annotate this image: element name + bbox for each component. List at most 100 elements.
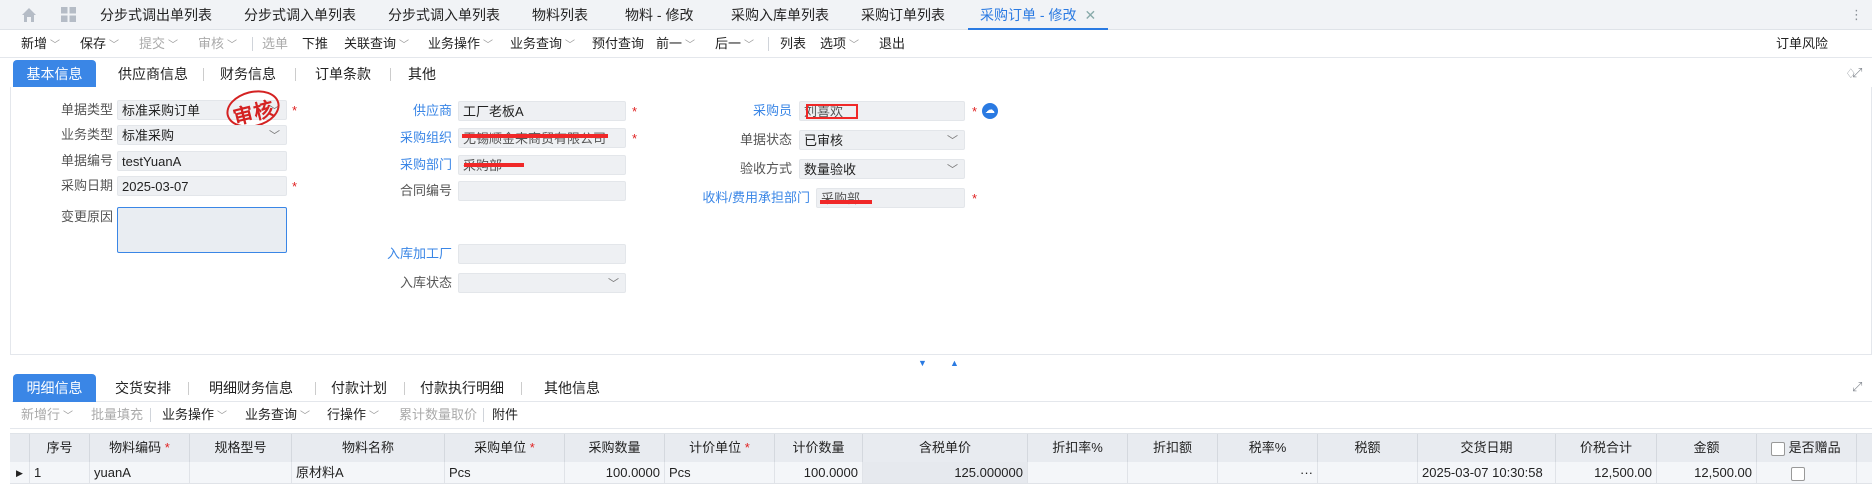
attachment-button[interactable]: 附件 (492, 401, 518, 429)
push-down-button[interactable]: 下推 (302, 30, 328, 58)
tab-supplier-info[interactable]: 供应商信息 (108, 60, 198, 88)
select-bill-button[interactable]: 选单 (262, 30, 288, 58)
next-button[interactable]: 后一 ﹀ (715, 30, 754, 58)
column-header-purchase-unit[interactable]: 采购单位 * (445, 434, 565, 462)
expand-icon[interactable]: ⤢ (1852, 65, 1862, 81)
app-grid-icon[interactable] (60, 6, 77, 23)
close-icon[interactable]: ✕ (1084, 7, 1096, 23)
column-header-material-name[interactable]: 物料名称 (292, 434, 445, 462)
instock-status-select[interactable]: ﹀ (458, 273, 626, 293)
collapse-up-icon[interactable]: ▲ (950, 358, 959, 368)
expand-icon[interactable]: ⤢ (1852, 379, 1862, 395)
column-header-tax-price[interactable]: 含税单价 (863, 434, 1028, 462)
audit-button[interactable]: 审核 ﹀ (198, 30, 237, 58)
purchase-date-field[interactable]: 2025-03-07 (117, 176, 287, 196)
contract-no-field[interactable] (458, 181, 626, 201)
cell-purchase-unit[interactable]: Pcs (445, 462, 565, 484)
column-header-delivery-date[interactable]: 交货日期 (1418, 434, 1556, 462)
cell-price-unit[interactable]: Pcs (665, 462, 775, 484)
check-method-select[interactable]: 数量验收 ﹀ (799, 159, 965, 179)
home-icon[interactable] (20, 6, 38, 24)
exit-button[interactable]: 退出 (879, 30, 905, 58)
previous-button[interactable]: 前一 ﹀ (656, 30, 695, 58)
tab-basic-info[interactable]: 基本信息 (13, 60, 96, 88)
column-header-tax-rate[interactable]: 税率% (1218, 434, 1318, 462)
add-row-button[interactable]: 新增行 ﹀ (21, 401, 73, 429)
cell-tax-rate[interactable]: ··· (1218, 462, 1318, 484)
tab-payment-execution[interactable]: 付款执行明细 (411, 374, 513, 402)
order-risk-button[interactable]: 订单风险 (1776, 30, 1828, 58)
cell-discount-rate[interactable] (1028, 462, 1128, 484)
overflow-icon[interactable]: ⋮ (1850, 7, 1863, 23)
buyer-label[interactable]: 采购员 (660, 101, 792, 121)
batch-fill-button[interactable]: 批量填充 (91, 401, 143, 429)
column-header-purchase-qty[interactable]: 采购数量 (565, 434, 665, 462)
cell-amount[interactable]: 12,500.00 (1657, 462, 1757, 484)
column-header-is-gift[interactable]: 是否赠品 (1757, 434, 1857, 462)
tab-delivery-schedule[interactable]: 交货安排 (108, 374, 178, 402)
tab-material-list[interactable]: 物料列表 (532, 0, 588, 30)
recv-dept-label[interactable]: 收料/费用承担部门 (660, 188, 810, 208)
collapse-down-icon[interactable]: ▼ (918, 358, 927, 368)
tab-order-terms[interactable]: 订单条款 (303, 60, 383, 88)
tab-transfer-in-list-1[interactable]: 分步式调入单列表 (244, 0, 356, 30)
tab-purchase-order-edit[interactable]: 采购订单 - 修改 ✕ (968, 0, 1109, 30)
options-button[interactable]: 选项 ﹀ (820, 30, 859, 58)
tab-detail-finance[interactable]: 明细财务信息 (196, 374, 306, 402)
column-header-amount[interactable]: 金额 (1657, 434, 1757, 462)
submit-button[interactable]: 提交 ﹀ (139, 30, 178, 58)
new-button[interactable]: 新增 ﹀ (21, 30, 60, 58)
save-button[interactable]: 保存 ﹀ (80, 30, 119, 58)
related-query-button[interactable]: 关联查询 ﹀ (344, 30, 409, 58)
purchase-dept-label[interactable]: 采购部门 (360, 155, 452, 175)
row-indicator-icon[interactable]: ▶ (10, 462, 30, 484)
tab-purchase-order-list[interactable]: 采购订单列表 (861, 0, 945, 30)
select-all-gift-checkbox[interactable] (1771, 441, 1785, 456)
change-reason-textarea[interactable] (117, 207, 287, 253)
business-query-button[interactable]: 业务查询 ﹀ (510, 30, 575, 58)
supplier-field[interactable]: 工厂老板A (458, 101, 626, 121)
cumulative-qty-price-button[interactable]: 累计数量取价 (399, 401, 477, 429)
bill-no-field[interactable]: testYuanA (117, 151, 287, 171)
purchase-org-label[interactable]: 采购组织 (360, 128, 452, 148)
tab-material-edit[interactable]: 物料 - 修改 (625, 0, 693, 30)
tab-purchase-instock-list[interactable]: 采购入库单列表 (731, 0, 829, 30)
row-operation-button[interactable]: 行操作 ﹀ (327, 401, 379, 429)
column-header-price-unit[interactable]: 计价单位 * (665, 434, 775, 462)
tab-detail-info[interactable]: 明细信息 (13, 374, 96, 402)
column-header-total[interactable]: 价税合计 (1556, 434, 1657, 462)
tab-transfer-out-list[interactable]: 分步式调出单列表 (100, 0, 212, 30)
column-header-discount[interactable]: 折扣额 (1128, 434, 1218, 462)
detail-business-query-button[interactable]: 业务查询 ﹀ (245, 401, 310, 429)
tab-payment-plan[interactable]: 付款计划 (322, 374, 396, 402)
cell-purchase-qty[interactable]: 100.0000 (565, 462, 665, 484)
column-header-spec[interactable]: 规格型号 (190, 434, 292, 462)
cell-total[interactable]: 12,500.00 (1556, 462, 1657, 484)
cell-discount[interactable] (1128, 462, 1218, 484)
tab-finance-info[interactable]: 财务信息 (208, 60, 288, 88)
tab-other-info[interactable]: 其他信息 (528, 374, 616, 402)
is-gift-checkbox[interactable] (1791, 466, 1805, 481)
tab-transfer-in-list-2[interactable]: 分步式调入单列表 (388, 0, 500, 30)
cloud-sync-icon[interactable]: ☁ (982, 103, 998, 119)
cell-tax-price[interactable]: 125.000000 (863, 462, 1028, 484)
list-button[interactable]: 列表 (780, 30, 806, 58)
column-header-discount-rate[interactable]: 折扣率% (1028, 434, 1128, 462)
detail-business-operation-button[interactable]: 业务操作 ﹀ (162, 401, 227, 429)
cell-spec[interactable] (190, 462, 292, 484)
biz-type-select[interactable]: 标准采购 ﹀ (117, 125, 287, 145)
prepay-query-button[interactable]: 预付查询 (592, 30, 644, 58)
column-header-seq[interactable]: 序号 (30, 434, 90, 462)
cell-tax[interactable] (1318, 462, 1418, 484)
column-header-price-qty[interactable]: 计价数量 (775, 434, 863, 462)
instock-factory-label[interactable]: 入库加工厂 (360, 244, 452, 264)
purchase-org-field[interactable]: 无锡顺金来商贸有限公司 (458, 128, 626, 148)
column-header-tax[interactable]: 税额 (1318, 434, 1418, 462)
bill-status-select[interactable]: 已审核 ﹀ (799, 130, 965, 150)
cell-seq[interactable]: 1 (30, 462, 90, 484)
instock-factory-field[interactable] (458, 244, 626, 264)
cell-delivery-date[interactable]: 2025-03-07 10:30:58 (1418, 462, 1556, 484)
recv-dept-field[interactable]: 采购部 (816, 188, 965, 208)
column-header-material-code[interactable]: 物料编码 * (90, 434, 190, 462)
cell-material-name[interactable]: 原材料A (292, 462, 445, 484)
